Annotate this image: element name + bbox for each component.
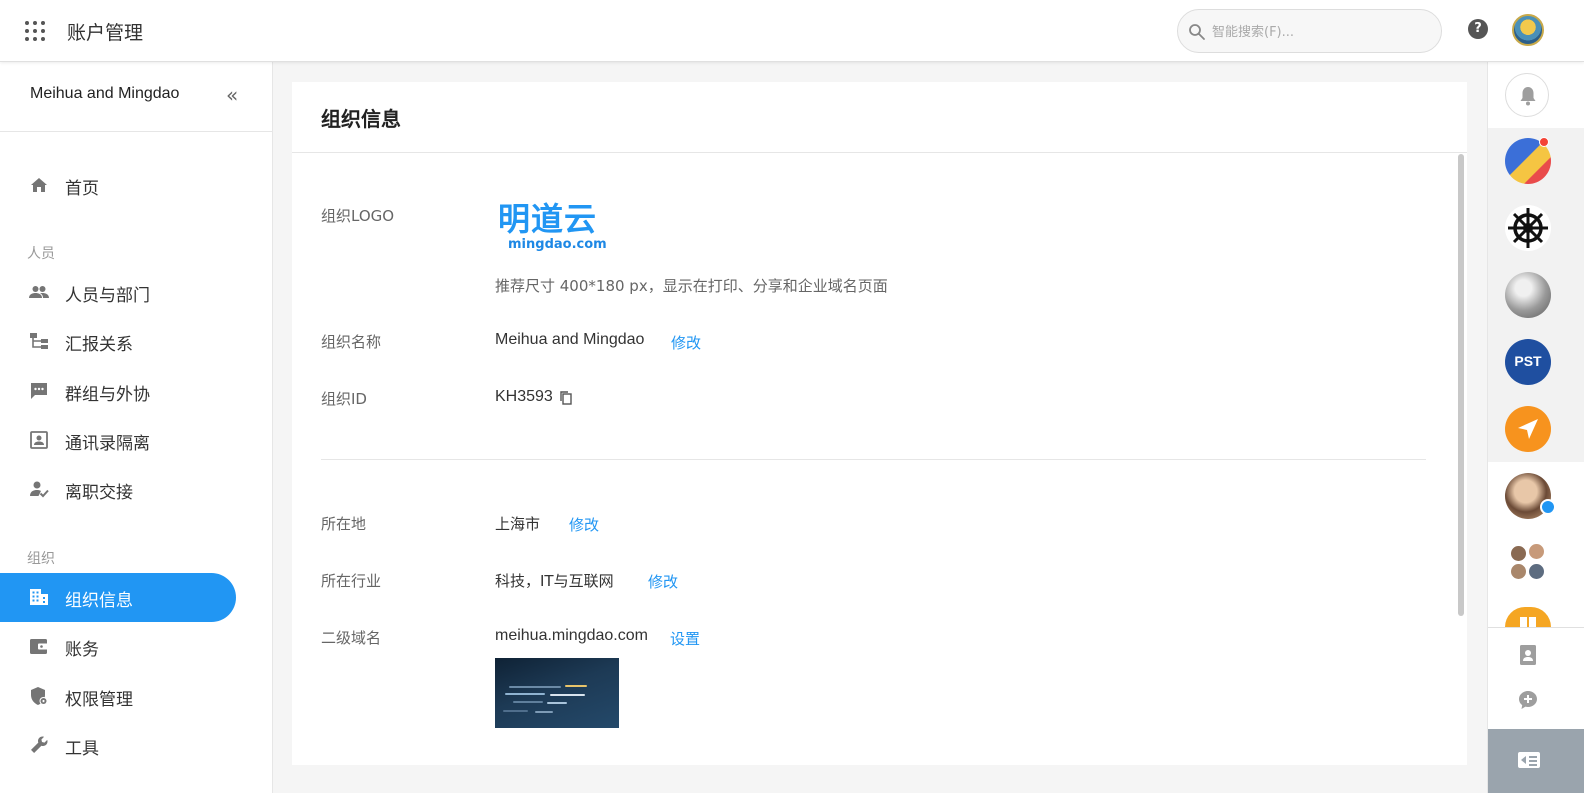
location-value: 上海市 [495, 515, 541, 533]
sidebar-item-resignation-handover[interactable]: 离职交接 [0, 465, 236, 514]
sidebar-item-home[interactable]: 首页 [0, 161, 236, 210]
shield-icon [31, 687, 48, 705]
contact-card-icon [30, 431, 48, 449]
dock-app-pst[interactable]: PST [1505, 339, 1551, 385]
sidebar-item-billing[interactable]: 账务 [0, 622, 236, 671]
right-dock: PST [1487, 62, 1584, 793]
industry-value: 科技，IT与互联网 [495, 572, 614, 590]
copy-icon[interactable] [560, 391, 572, 405]
logo-hint: 推荐尺寸 400*180 px，显示在打印、分享和企业域名页面 [495, 277, 888, 295]
notification-bell-button[interactable] [1505, 73, 1549, 117]
sidebar-item-label: 群组与外协 [65, 385, 150, 405]
user-avatar[interactable] [1512, 14, 1544, 46]
main-header: 组织信息 [292, 82, 1467, 153]
org-header: Meihua and Mingdao « [0, 62, 272, 132]
domain-background-image [495, 658, 619, 728]
org-chart-icon [30, 333, 48, 349]
apps-grid-icon[interactable] [25, 21, 45, 41]
help-icon[interactable]: ? [1468, 19, 1488, 39]
building-icon [30, 589, 48, 605]
app-title: 账户管理 [67, 22, 144, 44]
people-icon [29, 286, 49, 298]
edit-industry-link[interactable]: 修改 [648, 571, 678, 592]
search-input[interactable] [1212, 21, 1427, 43]
contacts-book-icon[interactable] [1518, 644, 1538, 666]
dock-app-helm[interactable] [1505, 205, 1551, 251]
org-name: Meihua and Mingdao [30, 85, 180, 102]
sidebar-item-label: 账务 [65, 640, 99, 660]
chat-icon [31, 383, 47, 399]
sidebar-item-contact-isolation[interactable]: 通讯录隔离 [0, 416, 236, 465]
sidebar-item-reporting[interactable]: 汇报关系 [0, 317, 236, 366]
sidebar-item-label: 人员与部门 [65, 286, 150, 306]
org-name-label: 组织名称 [321, 333, 382, 351]
org-id-value: KH3593 [495, 388, 553, 405]
domain-label: 二级域名 [321, 629, 382, 647]
dock-app-apple[interactable] [1505, 272, 1551, 318]
edit-location-link[interactable]: 修改 [569, 514, 599, 535]
section-divider [321, 459, 1426, 460]
dock-apps-area: PST [1488, 128, 1584, 462]
sidebar-item-org-info[interactable]: 组织信息 [0, 573, 236, 622]
collapse-sidebar-icon[interactable]: « [226, 84, 244, 106]
bell-icon [1520, 87, 1536, 106]
sidebar: Meihua and Mingdao « 首页 人员 人员与部门 汇报关系 群组… [0, 62, 273, 793]
sidebar-item-label: 组织信息 [65, 591, 133, 611]
search-box[interactable] [1177, 9, 1442, 53]
logo-label: 组织LOGO [321, 207, 395, 225]
edit-badge-icon [1540, 499, 1556, 515]
collapse-dock-icon [1518, 752, 1540, 768]
search-icon [1189, 24, 1205, 40]
org-logo[interactable]: 明道云 mingdao.com [498, 200, 610, 258]
set-domain-link[interactable]: 设置 [670, 628, 700, 649]
home-icon [31, 178, 47, 192]
helm-icon [1508, 208, 1548, 248]
user-check-icon [30, 481, 49, 498]
logo-subtext: mingdao.com [508, 237, 607, 252]
sidebar-item-groups[interactable]: 群组与外协 [0, 367, 236, 416]
top-bar: 账户管理 ? [0, 0, 1584, 62]
dock-app-send[interactable] [1505, 406, 1551, 452]
section-label-people: 人员 [27, 246, 55, 262]
industry-label: 所在行业 [321, 572, 382, 590]
sidebar-item-label: 离职交接 [65, 483, 133, 503]
wrench-icon [31, 736, 48, 753]
edit-name-link[interactable]: 修改 [671, 332, 701, 353]
pst-label: PST [1514, 353, 1542, 369]
main-panel: 组织信息 组织LOGO 明道云 mingdao.com 推荐尺寸 400*180… [292, 82, 1467, 765]
sidebar-item-label: 通讯录隔离 [65, 434, 150, 454]
org-name-value: Meihua and Mingdao [495, 331, 645, 348]
sidebar-item-people-departments[interactable]: 人员与部门 [0, 268, 236, 317]
dock-app-book[interactable] [1505, 607, 1551, 627]
location-label: 所在地 [321, 515, 367, 533]
add-chat-icon[interactable] [1517, 689, 1539, 711]
sidebar-item-label: 首页 [65, 179, 99, 199]
domain-value: meihua.mingdao.com [495, 627, 648, 644]
send-icon [1518, 419, 1538, 439]
section-label-org: 组织 [27, 551, 55, 567]
wallet-icon [30, 639, 48, 654]
sidebar-item-label: 汇报关系 [65, 335, 133, 355]
org-id-label: 组织ID [321, 390, 367, 408]
dock-group-avatar[interactable] [1505, 540, 1551, 586]
sidebar-item-label: 权限管理 [65, 690, 133, 710]
sidebar-item-tools[interactable]: 工具 [0, 721, 236, 770]
scrollbar[interactable] [1458, 154, 1464, 616]
sidebar-item-permissions[interactable]: 权限管理 [0, 672, 236, 721]
logo-text: 明道云 [498, 200, 598, 238]
sidebar-item-label: 工具 [65, 739, 99, 759]
dock-collapse-button[interactable] [1488, 729, 1584, 793]
page-title: 组织信息 [321, 107, 401, 131]
notification-badge [1539, 137, 1549, 147]
